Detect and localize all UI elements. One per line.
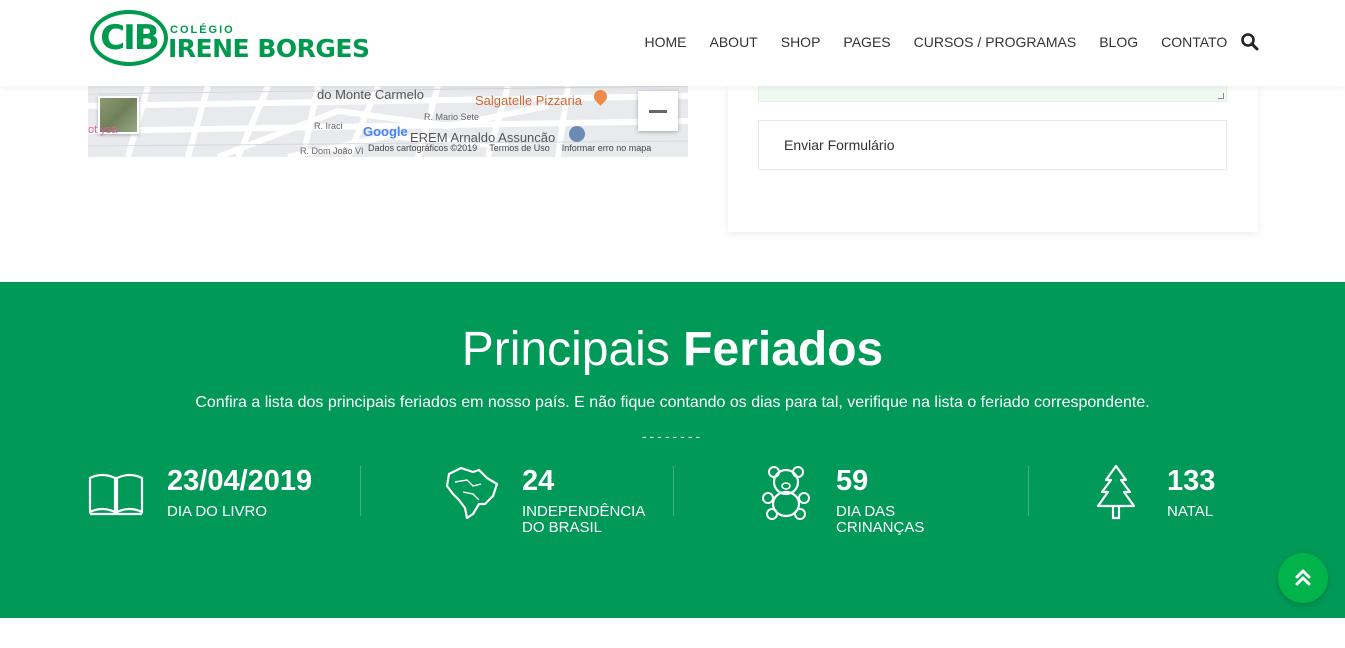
map-data-credit: Dados cartográficos ©2019 <box>368 143 478 153</box>
dashed-separator: -------- <box>641 428 704 444</box>
main-nav: HOME ABOUT SHOP PAGES CURSOS / PROGRAMAS… <box>633 33 1239 51</box>
holiday-stat: 23/04/2019 DIA DO LIVRO <box>88 464 360 544</box>
submit-form-button[interactable]: Enviar Formulário <box>758 120 1227 170</box>
holiday-label: NATAL <box>1167 503 1214 520</box>
map-label-r-dom-joao: R. Dom João VI <box>300 146 364 156</box>
holiday-value: 59 <box>836 465 869 497</box>
holidays-section: Principais Feriados Confira a lista dos … <box>0 282 1345 618</box>
teddy-bear-icon <box>762 466 810 520</box>
holiday-stat: 24 INDEPENDÊNCIA DO BRASIL <box>443 464 673 544</box>
holiday-value: 133 <box>1167 465 1216 497</box>
map-report-link[interactable]: Informar erro no mapa <box>562 143 652 157</box>
map-label-pizzeria: Salgatelle Pizzaria <box>475 93 582 108</box>
google-map[interactable]: ot ysa do Monte Carmelo Salgatelle Pizza… <box>88 86 688 157</box>
map-label-monte-carmelo: do Monte Carmelo <box>317 87 424 102</box>
map-label-r-iraci: R. Iraci <box>314 121 343 131</box>
stat-divider <box>673 466 674 516</box>
brazil-map-icon <box>445 466 499 520</box>
logo-name: IRENE BORGES <box>168 34 370 63</box>
section-title: Principais Feriados <box>0 322 1345 378</box>
holiday-value: 23/04/2019 <box>167 465 313 497</box>
minus-icon <box>649 109 667 113</box>
stat-divider <box>360 466 361 516</box>
resize-handle-icon[interactable] <box>1218 93 1224 99</box>
nav-blog[interactable]: BLOG <box>1088 33 1150 51</box>
holiday-label: DIA DO LIVRO <box>167 503 268 520</box>
book-icon <box>88 473 144 516</box>
search-icon[interactable] <box>1240 32 1260 52</box>
scroll-to-top-button[interactable] <box>1278 553 1328 603</box>
nav-shop[interactable]: SHOP <box>769 33 832 51</box>
school-logo[interactable]: CIB COLÉGIO IRENE BORGES <box>90 10 370 68</box>
holiday-label: INDEPENDÊNCIA DO BRASIL <box>522 503 645 536</box>
title-light: Principais <box>461 323 670 376</box>
holiday-label: DIA DAS CRINANÇAS <box>836 503 925 536</box>
holiday-stat: 59 DIA DAS CRINANÇAS <box>758 464 1018 544</box>
nav-cursos-programas[interactable]: CURSOS / PROGRAMAS <box>902 33 1088 51</box>
school-pin-icon <box>569 126 585 142</box>
nav-contato[interactable]: CONTATO <box>1150 33 1239 51</box>
zoom-out-button[interactable] <box>638 91 678 131</box>
title-bold: Feriados <box>683 323 884 376</box>
map-poi-label: ot ysa <box>88 124 118 136</box>
map-footer: Dados cartográficos ©2019 Termos de Uso … <box>368 143 663 157</box>
pine-tree-icon <box>1096 464 1136 520</box>
google-logo: Google <box>363 124 408 139</box>
map-terms-link[interactable]: Termos de Uso <box>489 143 550 157</box>
double-chevron-up-icon <box>1295 569 1311 586</box>
holiday-stat: 133 NATAL <box>1088 464 1258 544</box>
nav-pages[interactable]: PAGES <box>832 33 902 51</box>
section-subtitle: Confira a lista dos principais feriados … <box>195 394 1150 411</box>
nav-home[interactable]: HOME <box>633 33 698 51</box>
map-label-r-mario-sete: R. Mario Sete <box>424 112 480 122</box>
holiday-stats: 23/04/2019 DIA DO LIVRO 24 INDEPENDÊNCIA… <box>88 464 1258 544</box>
message-textarea[interactable] <box>758 86 1227 102</box>
logo-mark: CIB <box>90 10 168 66</box>
nav-about[interactable]: ABOUT <box>698 33 769 51</box>
contact-form-card: Enviar Formulário <box>728 86 1258 232</box>
stat-divider <box>1028 466 1029 516</box>
site-header: CIB COLÉGIO IRENE BORGES HOME ABOUT SHOP… <box>0 0 1345 86</box>
holiday-value: 24 <box>522 465 555 497</box>
